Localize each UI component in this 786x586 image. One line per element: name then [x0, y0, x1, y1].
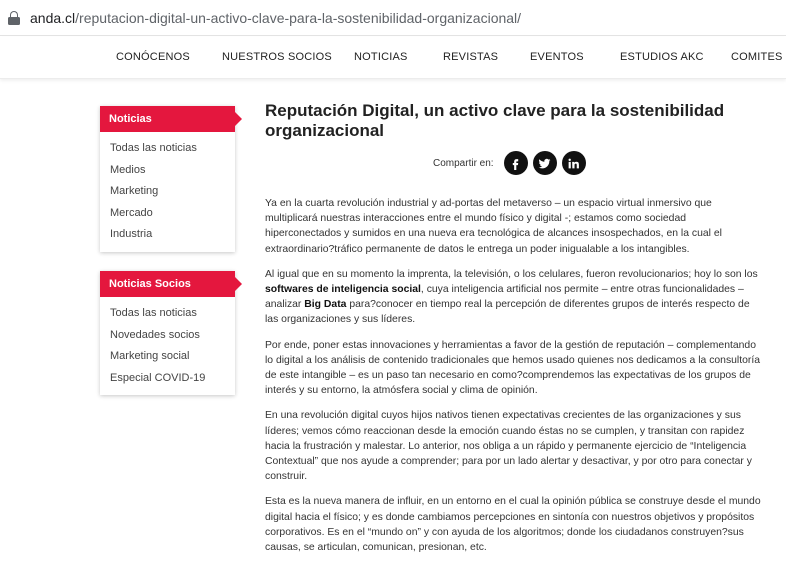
nav-item-eventos[interactable]: EVENTOS	[530, 51, 584, 63]
twitter-icon[interactable]	[532, 151, 557, 175]
paragraph-2-bold-b: Big Data	[304, 299, 347, 311]
sidebar-item-todas-las-noticias-socios[interactable]: Todas las noticias	[110, 303, 235, 325]
sidebar-noticias: Noticias Todas las noticias Medios Marke…	[100, 106, 242, 252]
sidebar-noticias-list: Todas las noticias Medios Marketing Merc…	[100, 132, 235, 252]
sidebar-item-marketing-social[interactable]: Marketing social	[110, 346, 235, 368]
facebook-icon[interactable]	[503, 151, 528, 175]
share-bar: Compartir en:	[433, 150, 591, 176]
article-body: Ya en la cuarta revolución industrial y …	[265, 196, 762, 565]
article-paragraph-1: Ya en la cuarta revolución industrial y …	[265, 198, 722, 255]
lock-icon[interactable]	[8, 10, 20, 25]
sidebar-socios-list: Todas las noticias Novedades socios Mark…	[100, 297, 235, 395]
nav-item-estudios-akc[interactable]: ESTUDIOS AKC	[620, 51, 704, 63]
url-path: /reputacion-digital-un-activo-clave-para…	[75, 9, 522, 26]
sidebar-item-industria[interactable]: Industria	[110, 224, 235, 246]
paragraph-2-text-a: Al igual que en su momento la imprenta, …	[265, 268, 758, 280]
sidebar-item-novedades-socios[interactable]: Novedades socios	[110, 325, 235, 347]
sidebar-item-mercado[interactable]: Mercado	[110, 203, 235, 225]
sidebar-item-marketing[interactable]: Marketing	[110, 181, 235, 203]
sidebar-socios-title[interactable]: Noticias Socios	[100, 271, 242, 297]
article-paragraph-4: En una revolución digital cuyos hijos na…	[265, 410, 752, 483]
nav-item-conocenos[interactable]: CONÓCENOS	[116, 51, 190, 63]
address-bar[interactable]: anda.cl/reputacion-digital-un-activo-cla…	[0, 0, 786, 36]
sidebar-noticias-socios: Noticias Socios Todas las noticias Noved…	[100, 271, 242, 395]
article-title: Reputación Digital, un activo clave para…	[265, 101, 725, 140]
url-domain: anda.cl	[30, 9, 76, 26]
article-paragraph-2: Al igual que en su momento la imprenta, …	[265, 267, 762, 328]
sidebar-item-todas-las-noticias[interactable]: Todas las noticias	[110, 138, 235, 160]
sidebar-noticias-title[interactable]: Noticias	[100, 106, 242, 132]
share-label: Compartir en:	[433, 157, 494, 169]
article-paragraph-5: Esta es la nueva manera de influir, en u…	[265, 496, 761, 554]
sidebar-item-medios[interactable]: Medios	[110, 160, 235, 182]
main-nav: CONÓCENOS NUESTROS SOCIOS NOTICIAS REVIS…	[0, 37, 786, 79]
article-paragraph-3: Por ende, poner estas innovaciones y her…	[265, 339, 761, 397]
linkedin-icon[interactable]	[561, 151, 586, 175]
nav-item-revistas[interactable]: REVISTAS	[443, 51, 498, 63]
url-text[interactable]: anda.cl/reputacion-digital-un-activo-cla…	[30, 10, 521, 26]
nav-item-nuestros-socios[interactable]: NUESTROS SOCIOS	[222, 51, 332, 63]
nav-item-comites[interactable]: COMITES DE	[731, 51, 786, 63]
sidebar-item-especial-covid[interactable]: Especial COVID-19	[110, 368, 235, 390]
paragraph-2-bold-a: softwares de inteligencia social	[265, 284, 421, 296]
nav-item-noticias[interactable]: NOTICIAS	[354, 51, 408, 63]
